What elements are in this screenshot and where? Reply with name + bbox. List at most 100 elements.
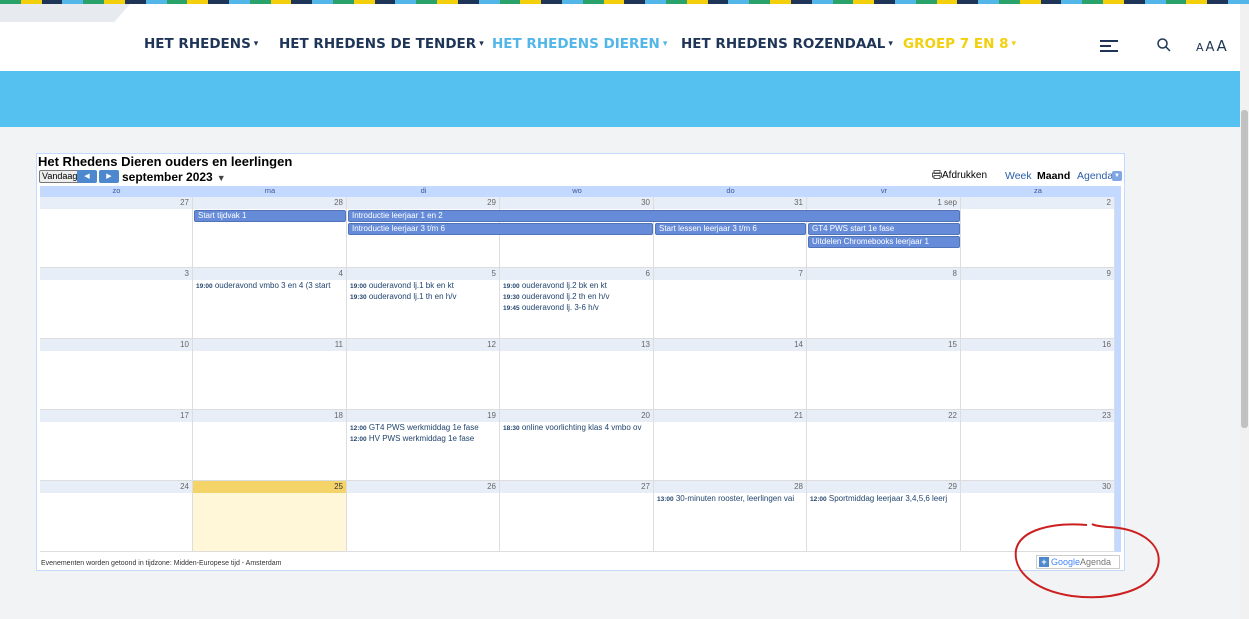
scrollbar-thumb[interactable] — [1241, 110, 1248, 428]
day-cell[interactable]: 27 — [500, 481, 654, 552]
day-number[interactable]: 19 — [347, 410, 499, 422]
calendar-event-bar[interactable]: Uitdelen Chromebooks leerjaar 1 — [808, 236, 960, 248]
day-number[interactable]: 7 — [654, 268, 806, 280]
nav-het-rhedens-rozendaal[interactable]: HET RHEDENS ROZENDAAL ▾ — [681, 36, 893, 52]
nav-het-rhedens-dieren[interactable]: HET RHEDENS DIEREN ▾ — [492, 36, 667, 52]
day-number[interactable]: 30 — [961, 481, 1114, 493]
calendar-event[interactable]: 19:30 ouderavond lj.2 th en h/v — [503, 292, 653, 303]
day-cell[interactable]: 29 — [807, 481, 961, 552]
day-cell[interactable]: 3 — [40, 268, 193, 339]
day-cell[interactable]: 8 — [807, 268, 961, 339]
calendar-event-bar[interactable]: GT4 PWS start 1e fase — [808, 223, 960, 235]
day-number[interactable]: 29 — [347, 197, 499, 209]
day-cell[interactable]: 20 — [500, 410, 654, 481]
print-button[interactable]: Afdrukken — [932, 170, 987, 181]
day-cell[interactable]: 9 — [961, 268, 1115, 339]
day-number[interactable]: 17 — [40, 410, 192, 422]
day-cell[interactable]: 10 — [40, 339, 193, 410]
nav-groep-7-en-8[interactable]: GROEP 7 EN 8 ▾ — [903, 36, 1016, 52]
day-cell[interactable]: 25 — [193, 481, 347, 552]
day-number[interactable]: 28 — [654, 481, 806, 493]
day-cell[interactable]: 12 — [347, 339, 500, 410]
nav-het-rhedens-de-tender[interactable]: HET RHEDENS DE TENDER ▾ — [279, 36, 484, 52]
nav-het-rhedens[interactable]: HET RHEDENS ▾ — [144, 36, 258, 52]
font-size-medium[interactable]: A — [1206, 40, 1215, 55]
day-cell[interactable]: 28 — [654, 481, 807, 552]
font-size-large[interactable]: A — [1216, 37, 1226, 55]
tab-week[interactable]: Week — [1005, 170, 1032, 182]
day-number[interactable]: 3 — [40, 268, 192, 280]
day-cell[interactable]: 5 — [347, 268, 500, 339]
day-number[interactable]: 25 — [193, 481, 346, 493]
calendar-event[interactable]: 19:45 ouderavond lj. 3-6 h/v — [503, 303, 653, 314]
day-number[interactable]: 4 — [193, 268, 346, 280]
day-number[interactable]: 31 — [654, 197, 806, 209]
calendar-event-bar[interactable]: Start lessen leerjaar 3 t/m 6 — [655, 223, 806, 235]
day-cell[interactable]: 4 — [193, 268, 347, 339]
day-cell[interactable]: 13 — [500, 339, 654, 410]
today-button[interactable]: Vandaag — [39, 170, 81, 183]
day-cell[interactable]: 27 — [40, 197, 193, 268]
calendar-event[interactable]: 18:30 online voorlichting klas 4 vmbo ov — [503, 423, 653, 434]
day-cell[interactable]: 23 — [961, 410, 1115, 481]
search-icon[interactable] — [1157, 38, 1171, 52]
day-cell[interactable]: 18 — [193, 410, 347, 481]
calendar-event[interactable]: 12:00 GT4 PWS werkmiddag 1e fase — [350, 423, 499, 434]
font-size-small[interactable]: A — [1196, 41, 1204, 54]
menu-icon[interactable] — [1100, 40, 1118, 52]
day-number[interactable]: 6 — [500, 268, 653, 280]
day-cell[interactable]: 15 — [807, 339, 961, 410]
day-cell[interactable]: 22 — [807, 410, 961, 481]
calendar-event[interactable]: 19:30 ouderavond lj.1 th en h/v — [350, 292, 499, 303]
day-number[interactable]: 26 — [347, 481, 499, 493]
chevron-down-icon[interactable]: ▼ — [1112, 171, 1122, 181]
day-number[interactable]: 10 — [40, 339, 192, 351]
day-number[interactable]: 22 — [807, 410, 960, 422]
day-cell[interactable]: 16 — [961, 339, 1115, 410]
tab-month[interactable]: Maand — [1037, 170, 1070, 182]
page-scrollbar[interactable] — [1240, 4, 1249, 619]
month-selector[interactable]: september 2023 ▼ — [122, 170, 226, 184]
day-number[interactable]: 14 — [654, 339, 806, 351]
day-number[interactable]: 1 sep — [807, 197, 960, 209]
day-cell[interactable]: 14 — [654, 339, 807, 410]
day-number[interactable]: 2 — [961, 197, 1114, 209]
day-number[interactable]: 24 — [40, 481, 192, 493]
day-number[interactable]: 16 — [961, 339, 1114, 351]
tab-agenda[interactable]: Agenda — [1077, 170, 1113, 182]
day-number[interactable]: 15 — [807, 339, 960, 351]
calendar-event-bar[interactable]: Start tijdvak 1 — [194, 210, 346, 222]
day-cell[interactable]: 7 — [654, 268, 807, 339]
day-number[interactable]: 12 — [347, 339, 499, 351]
font-size-toggle[interactable]: AAA — [1196, 36, 1229, 55]
calendar-event[interactable]: 12:00 Sportmiddag leerjaar 3,4,5,6 leerj — [810, 494, 960, 505]
day-cell[interactable]: 17 — [40, 410, 193, 481]
day-number[interactable]: 30 — [500, 197, 653, 209]
day-cell[interactable]: 11 — [193, 339, 347, 410]
day-number[interactable]: 28 — [193, 197, 346, 209]
day-number[interactable]: 23 — [961, 410, 1114, 422]
calendar-event[interactable]: 19:00 ouderavond lj.1 bk en kt — [350, 281, 499, 292]
calendar-event[interactable]: 12:00 HV PWS werkmiddag 1e fase — [350, 434, 499, 445]
calendar-event[interactable]: 19:00 ouderavond vmbo 3 en 4 (3 start — [196, 281, 346, 292]
day-cell[interactable]: 28 — [193, 197, 347, 268]
day-number[interactable]: 9 — [961, 268, 1114, 280]
day-cell[interactable]: 19 — [347, 410, 500, 481]
day-number[interactable]: 13 — [500, 339, 653, 351]
day-number[interactable]: 8 — [807, 268, 960, 280]
calendar-event-bar[interactable]: Introductie leerjaar 3 t/m 6 — [348, 223, 653, 235]
day-number[interactable]: 21 — [654, 410, 806, 422]
day-number[interactable]: 20 — [500, 410, 653, 422]
day-cell[interactable]: 26 — [347, 481, 500, 552]
calendar-event[interactable]: 13:00 30-minuten rooster, leerlingen vai — [657, 494, 806, 505]
prev-month-button[interactable]: ◀ — [77, 170, 97, 183]
next-month-button[interactable]: ▶ — [99, 170, 119, 183]
day-cell[interactable]: 2 — [961, 197, 1115, 268]
day-number[interactable]: 27 — [40, 197, 192, 209]
day-number[interactable]: 27 — [500, 481, 653, 493]
day-number[interactable]: 5 — [347, 268, 499, 280]
day-number[interactable]: 29 — [807, 481, 960, 493]
day-number[interactable]: 18 — [193, 410, 346, 422]
day-cell[interactable]: 21 — [654, 410, 807, 481]
day-number[interactable]: 11 — [193, 339, 346, 351]
